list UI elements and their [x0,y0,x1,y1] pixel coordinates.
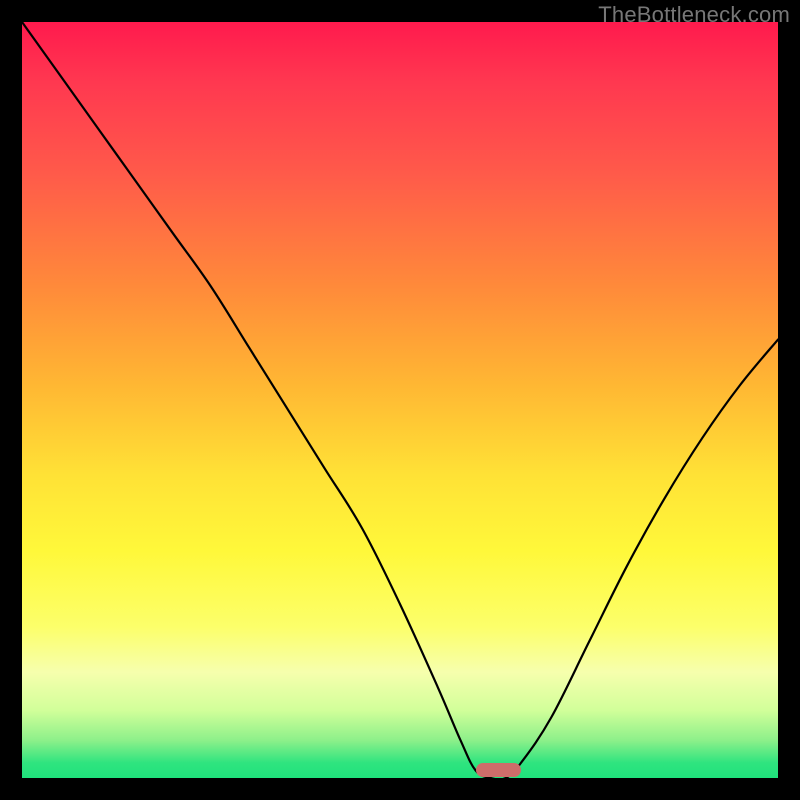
optimal-marker [476,763,521,777]
bottleneck-curve [22,22,778,778]
chart-frame: TheBottleneck.com [0,0,800,800]
plot-area [22,22,778,778]
